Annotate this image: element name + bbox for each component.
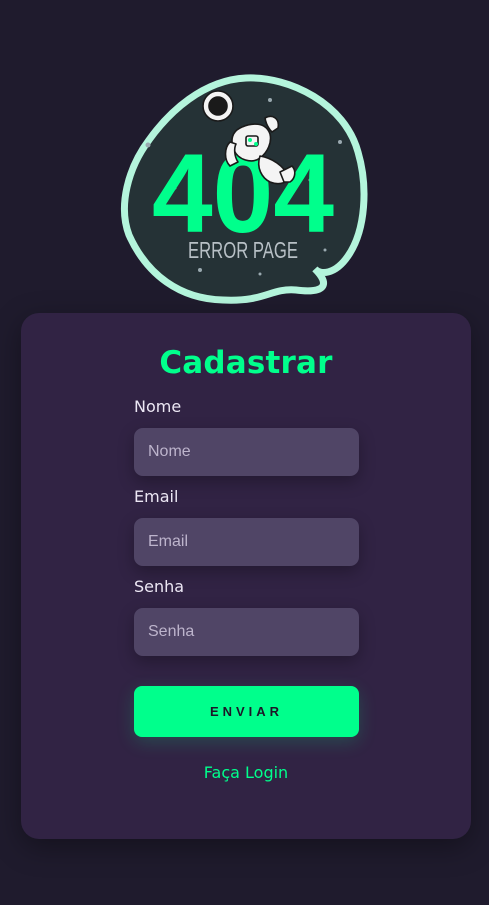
page: 404 ERROR PAGE Cadastrar Nome Email Senh… bbox=[0, 0, 489, 905]
name-label: Nome bbox=[134, 397, 182, 416]
password-label: Senha bbox=[134, 577, 185, 596]
signup-card: Cadastrar Nome Email Senha ENVIAR Faça L… bbox=[21, 313, 471, 839]
error-caption: ERROR PAGE bbox=[188, 237, 298, 263]
error-404-illustration: 404 ERROR PAGE bbox=[120, 74, 368, 304]
email-label: Email bbox=[134, 487, 179, 506]
name-input[interactable] bbox=[134, 428, 359, 476]
email-input[interactable] bbox=[134, 518, 359, 566]
submit-button[interactable]: ENVIAR bbox=[134, 686, 359, 737]
login-link[interactable]: Faça Login bbox=[21, 763, 471, 782]
password-input[interactable] bbox=[134, 608, 359, 656]
page-title: Cadastrar bbox=[159, 345, 333, 381]
